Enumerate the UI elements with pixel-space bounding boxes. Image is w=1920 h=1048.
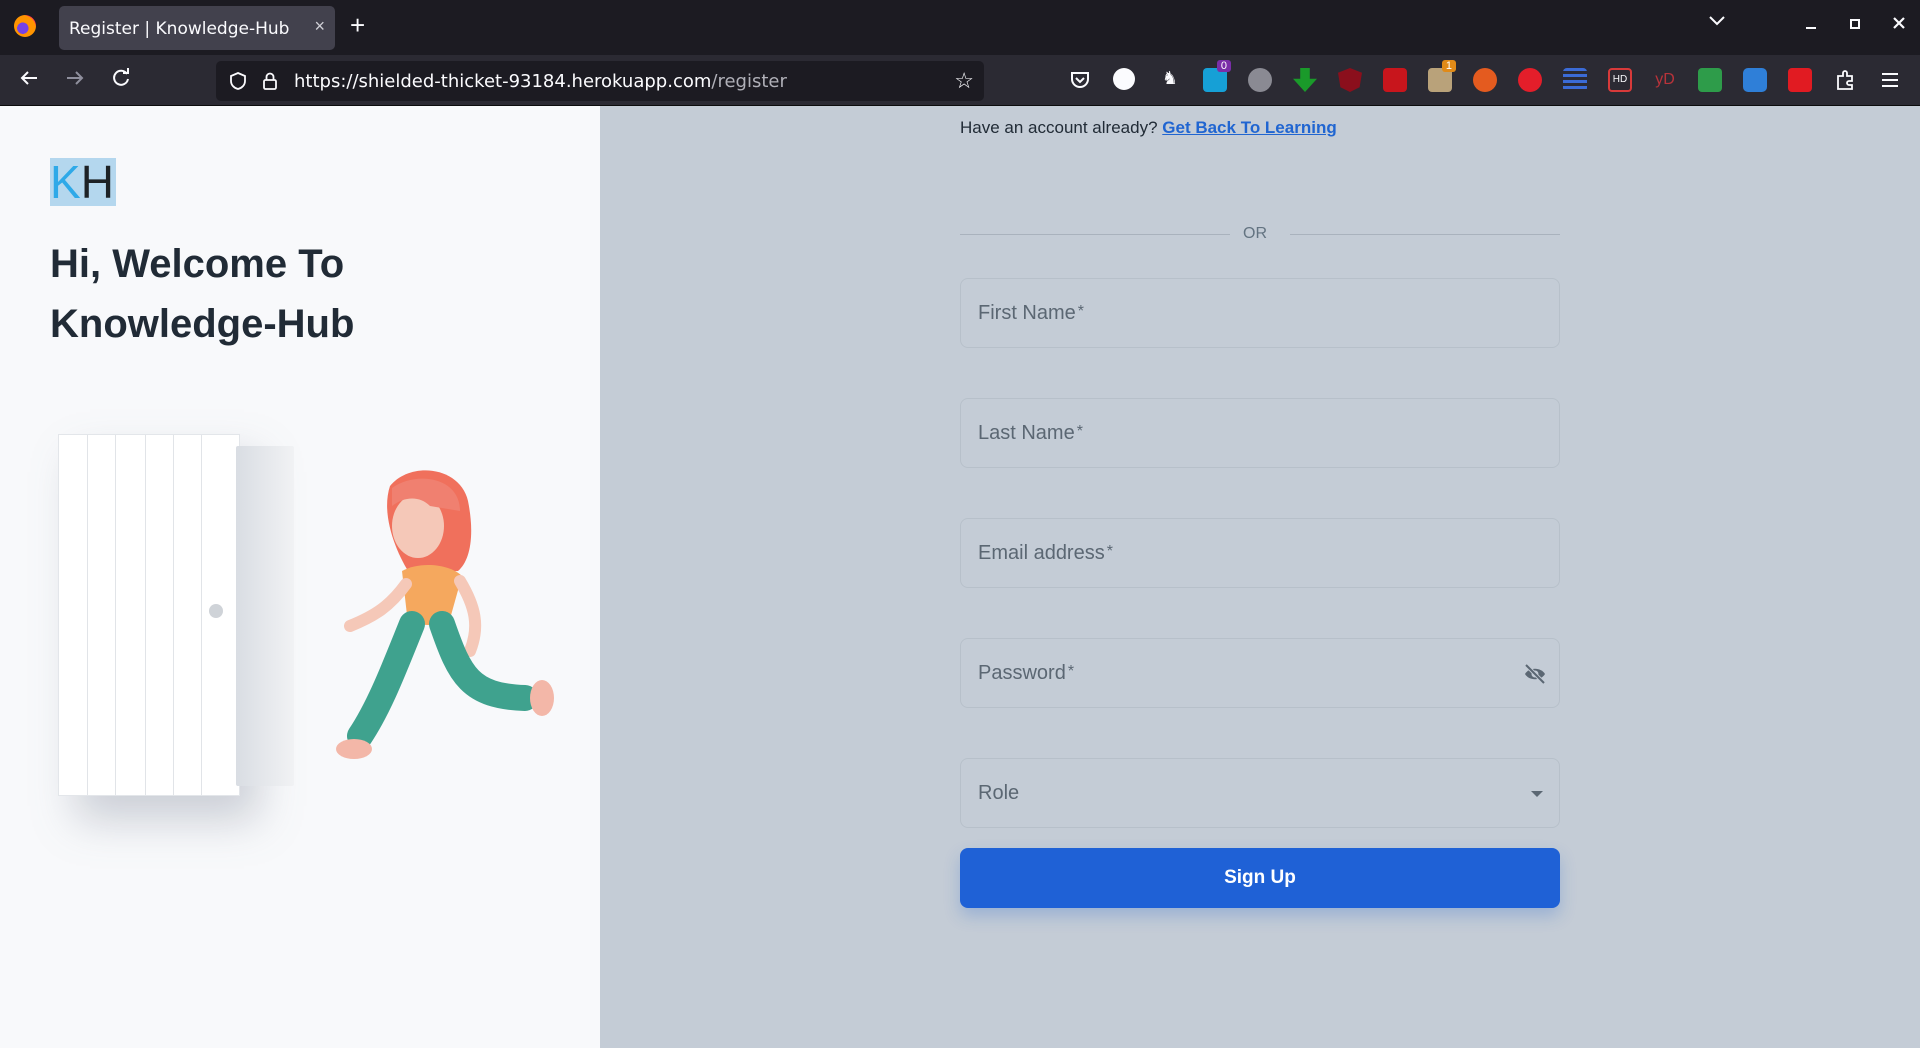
camera-extension-icon[interactable] xyxy=(1743,68,1767,92)
yd-label: yD xyxy=(1655,71,1675,88)
red-download-icon[interactable] xyxy=(1788,68,1812,92)
hand-extension-icon[interactable]: 1 xyxy=(1428,60,1456,92)
gnome-extension-icon[interactable]: ♞ xyxy=(1158,68,1182,92)
hd-label: HD xyxy=(1612,74,1628,85)
url-bar[interactable]: https://shielded-thicket-93184.herokuapp… xyxy=(216,61,984,101)
logo-letter-k: K xyxy=(50,156,81,208)
tab-list-icon[interactable] xyxy=(1708,14,1726,32)
first-name-input[interactable]: First Name * xyxy=(960,278,1560,348)
caret-down-icon[interactable] xyxy=(1531,791,1543,797)
download-extension-icon[interactable] xyxy=(1293,68,1317,92)
extension-badge: 1 xyxy=(1441,60,1456,72)
sheet-extension-icon[interactable] xyxy=(1698,68,1722,92)
browser-tabbar: Register | Knowledge-Hub × + xyxy=(0,0,1920,55)
door-knob xyxy=(209,604,223,618)
browser-navbar: https://shielded-thicket-93184.herokuapp… xyxy=(0,55,1920,106)
welcome-line-2: Knowledge-Hub xyxy=(50,302,355,346)
url-text[interactable]: https://shielded-thicket-93184.herokuapp… xyxy=(294,71,787,92)
logo-letter-h: H xyxy=(80,156,114,208)
eye-off-icon[interactable] xyxy=(1523,663,1547,690)
bookmark-star-icon[interactable]: ☆ xyxy=(954,68,974,94)
magic-extension-icon[interactable] xyxy=(1383,68,1407,92)
new-tab-button[interactable]: + xyxy=(350,12,365,38)
yd-extension-icon[interactable]: yD xyxy=(1653,68,1677,92)
running-girl-illustration xyxy=(336,470,554,759)
tab-title: Register | Knowledge-Hub xyxy=(69,19,290,39)
menu-icon[interactable] xyxy=(1878,68,1902,92)
maximize-icon[interactable] xyxy=(1848,14,1862,35)
or-divider: OR xyxy=(960,224,1560,244)
extensions-puzzle-icon[interactable] xyxy=(1833,68,1857,92)
list-extension-icon[interactable] xyxy=(1563,68,1587,92)
firefox-icon[interactable] xyxy=(14,15,36,37)
tracking-shield-icon[interactable] xyxy=(228,71,248,96)
last-name-input[interactable]: Last Name * xyxy=(960,398,1560,468)
have-account-row: Have an account already? Get Back To Lea… xyxy=(960,118,1337,138)
forward-icon[interactable] xyxy=(62,67,88,93)
or-text: OR xyxy=(1243,225,1267,242)
mask-extension-icon[interactable] xyxy=(1248,68,1272,92)
tab-close-icon[interactable]: × xyxy=(314,16,325,37)
role-select[interactable]: Role xyxy=(960,758,1560,828)
password-label: Password * xyxy=(978,662,1075,684)
last-name-label: Last Name * xyxy=(978,422,1083,444)
email-input[interactable]: Email address * xyxy=(960,518,1560,588)
duckduckgo-icon[interactable] xyxy=(1473,68,1497,92)
minimize-icon[interactable] xyxy=(1804,14,1818,35)
role-label: Role xyxy=(978,782,1020,804)
back-to-learning-link[interactable]: Get Back To Learning xyxy=(1162,118,1336,137)
register-form-panel: Have an account already? Get Back To Lea… xyxy=(600,106,1920,1048)
sign-up-button[interactable]: Sign Up xyxy=(960,848,1560,908)
back-icon[interactable] xyxy=(16,67,42,93)
brand-logo[interactable]: KH xyxy=(50,158,116,206)
url-host: https://shielded-thicket-93184.herokuapp… xyxy=(294,71,712,92)
close-window-icon[interactable] xyxy=(1892,14,1906,35)
hd-extension-icon[interactable]: HD xyxy=(1608,68,1632,92)
info-extension-icon[interactable] xyxy=(1113,68,1135,90)
door-edge xyxy=(236,446,294,786)
email-label: Email address * xyxy=(978,542,1113,564)
tab-register[interactable]: Register | Knowledge-Hub × xyxy=(59,6,335,50)
lock-icon[interactable] xyxy=(261,71,279,96)
counter-extension-icon[interactable]: 0 xyxy=(1203,60,1231,92)
first-name-label: First Name * xyxy=(978,302,1085,324)
welcome-line-1: Hi, Welcome To xyxy=(50,242,345,286)
extension-badge: 0 xyxy=(1216,60,1231,72)
reload-icon[interactable] xyxy=(108,67,134,93)
welcome-heading: Hi, Welcome To Knowledge-Hub xyxy=(50,234,570,354)
pocket-icon[interactable] xyxy=(1068,68,1092,92)
ublock-icon[interactable] xyxy=(1338,68,1362,92)
lock-extension-icon[interactable] xyxy=(1518,68,1542,92)
url-path: /register xyxy=(711,71,787,92)
left-panel: KH Hi, Welcome To Knowledge-Hub xyxy=(0,106,600,1048)
password-input[interactable]: Password * xyxy=(960,638,1560,708)
have-account-text: Have an account already? xyxy=(960,118,1158,137)
